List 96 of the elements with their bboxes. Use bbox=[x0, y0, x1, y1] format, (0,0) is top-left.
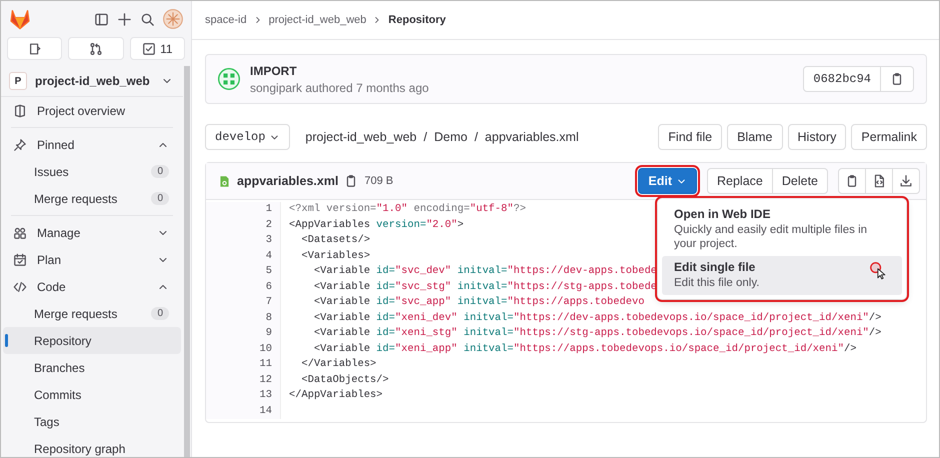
line-number: 2 bbox=[264, 218, 272, 232]
merge-request-icon bbox=[88, 42, 103, 56]
count-badge: 0 bbox=[151, 165, 169, 178]
line-number: 8 bbox=[264, 310, 272, 326]
fox-logo-icon bbox=[9, 8, 31, 30]
todo-button[interactable]: 11 bbox=[130, 37, 185, 60]
code-line: <Datasets/> bbox=[300, 233, 370, 248]
nav-item[interactable]: Merge requests 0 bbox=[3, 185, 181, 212]
nav-item[interactable]: Merge requests 0 bbox=[3, 300, 181, 327]
code-line: <Variable id="svc_app" initval="https://apps.tobedevo bbox=[312, 295, 644, 310]
commit-sha[interactable]: 0682bc94 bbox=[803, 66, 881, 92]
search-icon[interactable] bbox=[140, 12, 155, 26]
toolbar-button[interactable]: Find file bbox=[658, 124, 722, 150]
download-icon bbox=[899, 174, 913, 188]
commit-avatar-icon bbox=[218, 68, 240, 90]
nav-section[interactable]: Manage bbox=[3, 219, 181, 246]
commit-author: songipark authored 7 months ago bbox=[250, 80, 430, 94]
nav-item[interactable]: Repository bbox=[3, 327, 181, 354]
line-number: 10 bbox=[258, 342, 272, 356]
nav-section[interactable]: Plan bbox=[3, 246, 181, 273]
code-line: <Variable id="xeni_dev" initval="https://dev-apps.tobedevops.io/space_id/project_id/xeni"/> bbox=[312, 310, 882, 326]
project-switcher[interactable]: P project-id_web_web bbox=[1, 66, 183, 97]
nav-item[interactable]: Tags bbox=[3, 408, 181, 435]
raw-file-button[interactable] bbox=[866, 168, 893, 194]
menu-item[interactable]: Edit single file Edit this file only. bbox=[662, 256, 902, 295]
nav-item[interactable]: Project overview bbox=[3, 97, 181, 124]
sidebar-toggle-icon[interactable] bbox=[94, 12, 109, 26]
file-icon bbox=[218, 174, 231, 188]
branch-dropdown[interactable]: develop bbox=[205, 124, 290, 150]
scrollbar[interactable] bbox=[184, 66, 190, 457]
commit-title[interactable]: IMPORT bbox=[250, 64, 794, 78]
copy-sha-button[interactable] bbox=[881, 66, 914, 92]
nav-item[interactable]: Repository graph bbox=[3, 435, 181, 457]
breadcrumb-link[interactable]: project-id_web_web bbox=[268, 14, 366, 26]
nav-icon bbox=[13, 280, 27, 294]
path-link[interactable]: project-id_web_web bbox=[305, 130, 417, 144]
path-link[interactable]: appvariables.xml bbox=[484, 130, 579, 144]
code-line: <Variable id="svc_stg" initval="https://stg-apps.tobede bbox=[312, 280, 657, 294]
line-number: 6 bbox=[264, 280, 272, 294]
issues-button[interactable] bbox=[7, 37, 62, 60]
line-number: 14 bbox=[258, 404, 272, 418]
plus-icon[interactable] bbox=[117, 12, 132, 26]
toolbar-button[interactable]: History bbox=[788, 124, 846, 150]
copy-contents-button[interactable] bbox=[838, 168, 866, 194]
line-number: 3 bbox=[264, 233, 272, 248]
nav-icon bbox=[13, 104, 27, 118]
line-number: 5 bbox=[264, 264, 272, 279]
project-name: project-id_web_web bbox=[35, 74, 151, 88]
menu-item[interactable]: Open in Web IDE Quickly and easily edit multiple files in your project. bbox=[662, 203, 902, 256]
count-badge: 0 bbox=[151, 192, 169, 205]
issue-icon bbox=[28, 42, 42, 56]
path-separator: / bbox=[424, 130, 428, 144]
code-line: <AppVariables version="2.0"> bbox=[289, 218, 464, 232]
toolbar-button[interactable]: Blame bbox=[727, 124, 783, 150]
count-badge: 0 bbox=[151, 307, 169, 320]
breadcrumb-current[interactable]: Repository bbox=[388, 14, 446, 26]
path-link[interactable]: Demo bbox=[434, 130, 468, 144]
line-number: 7 bbox=[264, 295, 272, 310]
file-icon bbox=[872, 174, 886, 188]
breadcrumb-link[interactable]: space-id bbox=[205, 14, 247, 26]
copy-icon bbox=[890, 72, 904, 86]
project-avatar: P bbox=[9, 72, 27, 90]
line-number: 4 bbox=[264, 248, 272, 264]
checkbox-icon bbox=[142, 42, 156, 56]
line-number: 13 bbox=[258, 388, 272, 403]
nav-icon bbox=[13, 252, 27, 266]
nav-item[interactable]: Commits bbox=[3, 381, 181, 408]
code-line: <?xml version="1.0" encoding="utf-8"?> bbox=[289, 202, 526, 217]
code-line: <Variables> bbox=[300, 248, 370, 264]
avatar-icon bbox=[163, 9, 183, 29]
nav-icon bbox=[13, 226, 27, 240]
code-line: </AppVariables> bbox=[289, 388, 383, 403]
nav-item[interactable]: Issues 0 bbox=[3, 158, 181, 185]
line-number: 11 bbox=[258, 357, 272, 372]
line-number: 9 bbox=[264, 326, 272, 341]
copy-icon bbox=[845, 174, 859, 188]
nav-section[interactable]: Code bbox=[3, 273, 181, 300]
line-number: 1 bbox=[264, 202, 272, 217]
toolbar-button[interactable]: Permalink bbox=[851, 124, 927, 150]
nav-icon bbox=[13, 138, 27, 152]
line-number: 12 bbox=[258, 372, 272, 388]
nav-section[interactable]: Pinned bbox=[3, 131, 181, 158]
path-separator: / bbox=[474, 130, 478, 144]
file-size: 709 B bbox=[364, 175, 394, 187]
code-line: <Variable id="xeni_app" initval="https://apps.tobedevops.io/space_id/project_id/xeni"/> bbox=[312, 342, 856, 356]
code-line: <Variable id="svc_dev" initval="https://dev-apps.tobede bbox=[312, 264, 657, 279]
nav-item[interactable]: Branches bbox=[3, 354, 181, 381]
code-line: <DataObjects/> bbox=[300, 372, 389, 388]
edit-dropdown-button[interactable]: Edit bbox=[638, 168, 697, 194]
file-action-button[interactable]: Replace bbox=[706, 168, 773, 194]
code-line: </Variables> bbox=[300, 357, 376, 372]
file-action-button[interactable]: Delete bbox=[772, 168, 828, 194]
merge-requests-button[interactable] bbox=[68, 37, 124, 60]
file-name: appvariables.xml bbox=[237, 174, 338, 188]
code-line: <Variable id="xeni_stg" initval="https://stg-apps.tobedevops.io/space_id/project_id/xeni"/> bbox=[312, 326, 882, 341]
download-button[interactable] bbox=[893, 168, 920, 194]
